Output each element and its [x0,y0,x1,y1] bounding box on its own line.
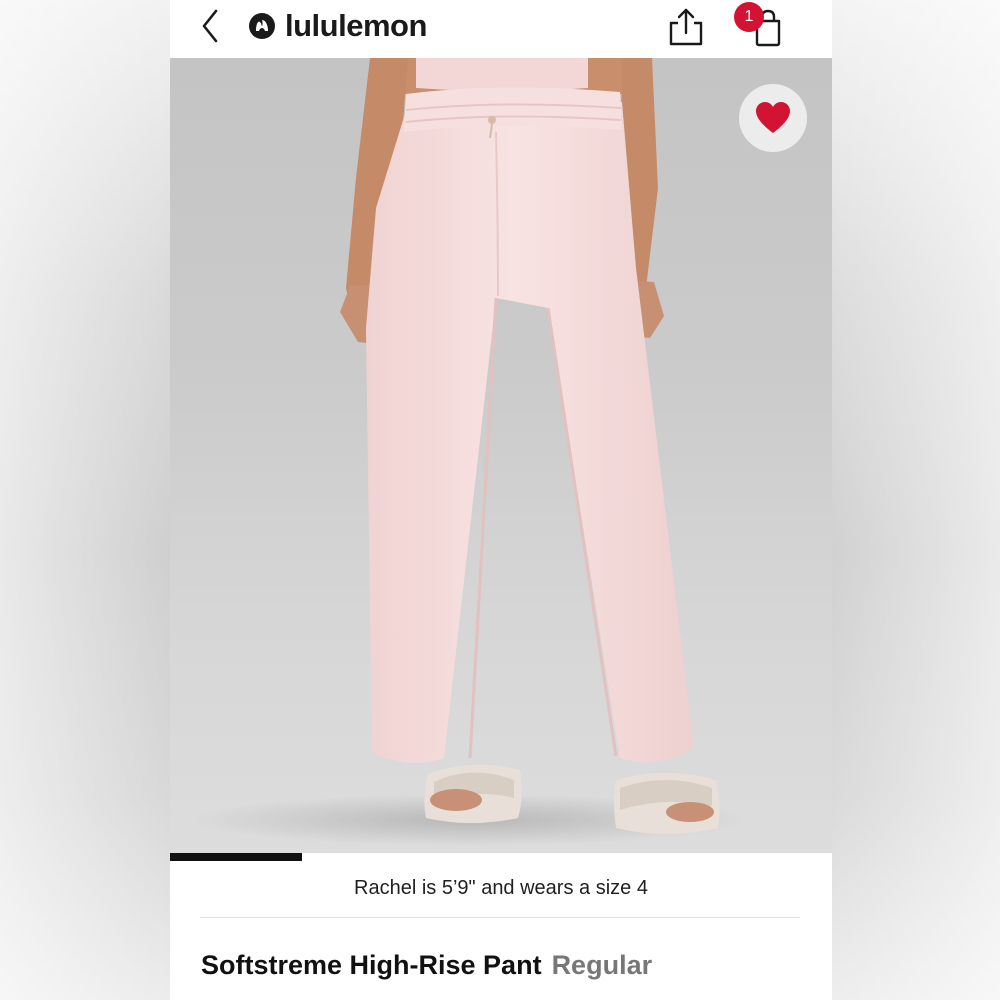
product-image[interactable] [170,58,832,858]
blurred-background-left [0,0,170,1000]
chevron-left-icon [202,9,218,43]
lululemon-logo-icon [249,13,275,39]
divider [200,917,800,918]
share-button[interactable] [666,6,706,48]
bag-count-badge: 1 [734,2,764,32]
top-bar: lululemon 1 [170,0,832,58]
heart-icon [756,102,790,133]
gallery-progress-indicator [170,853,302,861]
share-icon [669,8,703,46]
back-button[interactable] [192,6,228,46]
model-size-info: Rachel is 5’9" and wears a size 4 [354,877,648,899]
product-title: Softstreme High-Rise Pant Regular [201,948,652,982]
blurred-background-right [832,0,1000,1000]
product-photo [190,58,750,846]
brand-name[interactable]: lululemon [285,8,427,44]
product-name: Softstreme High-Rise Pant [201,950,542,980]
favorite-button[interactable] [739,84,807,152]
product-page: lululemon 1 Rachel is 5’9" and wears a s… [170,0,832,1000]
product-fit: Regular [551,950,653,980]
